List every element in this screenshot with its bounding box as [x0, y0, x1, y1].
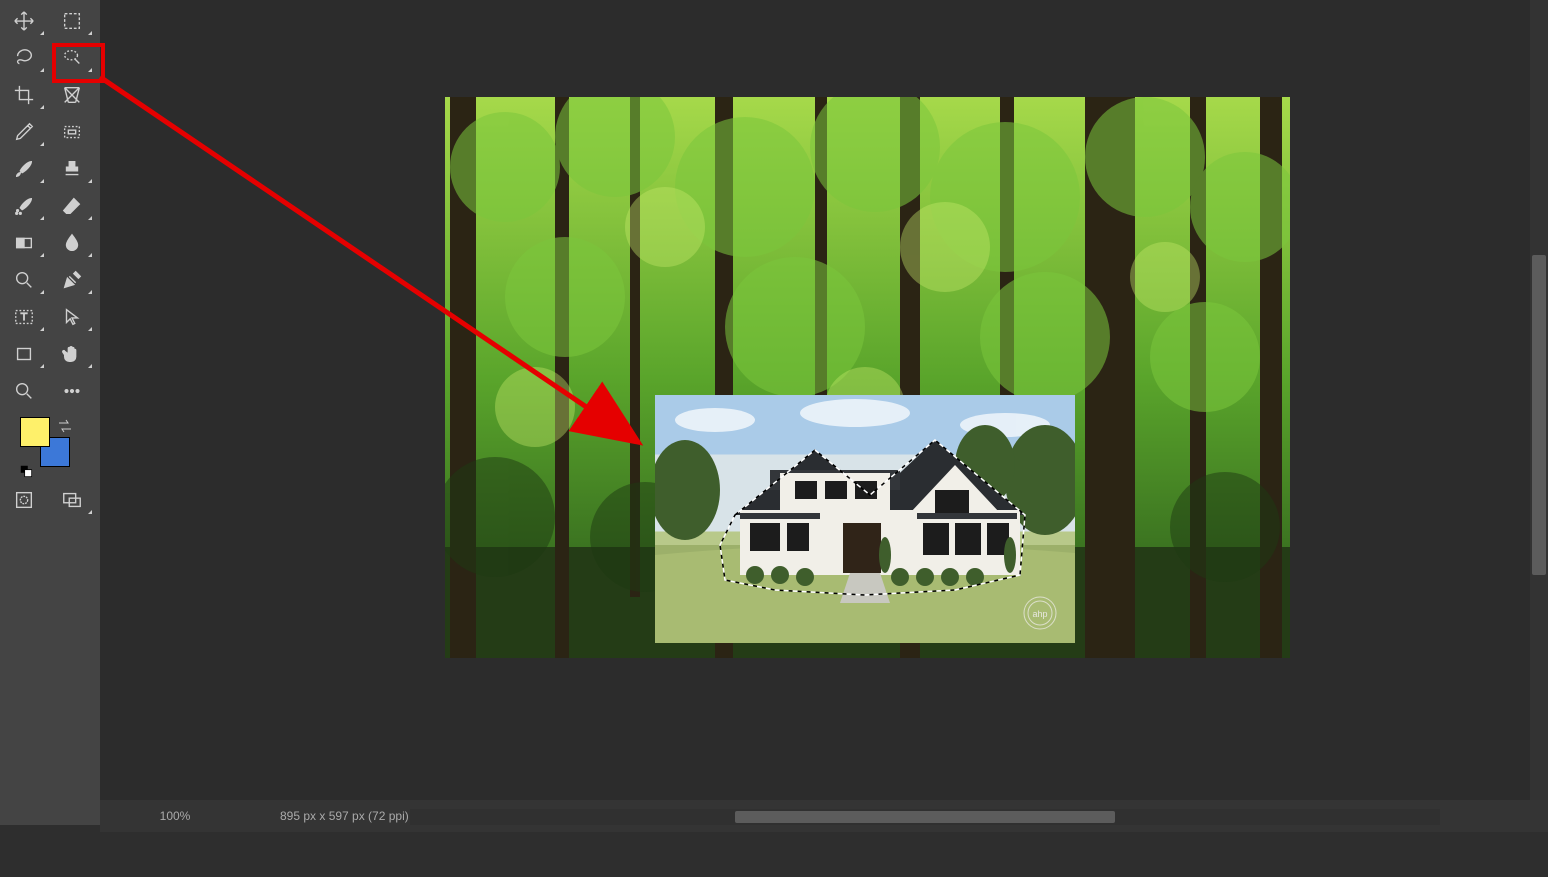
marquee-tool[interactable]: [48, 113, 96, 150]
swap-colors-icon[interactable]: [56, 417, 74, 435]
pen-tool[interactable]: [48, 261, 96, 298]
crop-tool[interactable]: [0, 76, 48, 113]
lasso-tool[interactable]: [0, 39, 48, 76]
text-tool[interactable]: [0, 298, 48, 335]
brush-tool[interactable]: [0, 150, 48, 187]
quickmask-toggle[interactable]: [0, 481, 48, 518]
vertical-scroll-thumb[interactable]: [1532, 255, 1546, 575]
watermark-text: ahp: [1032, 609, 1047, 619]
canvas-viewport[interactable]: ahp: [100, 0, 1548, 800]
path-select-tool[interactable]: [48, 298, 96, 335]
horizontal-scrollbar[interactable]: [410, 809, 1440, 825]
tool-palette: [0, 0, 100, 825]
rect-select-tool[interactable]: [48, 2, 96, 39]
canvas-image[interactable]: ahp: [445, 97, 1290, 658]
shape-tool[interactable]: [0, 335, 48, 372]
stamp-tool[interactable]: [48, 150, 96, 187]
eyedropper-tool[interactable]: [0, 113, 48, 150]
house-layer[interactable]: ahp: [655, 395, 1075, 643]
dodge-tool[interactable]: [0, 261, 48, 298]
horizontal-scroll-thumb[interactable]: [735, 811, 1115, 823]
more-tool[interactable]: [48, 372, 96, 409]
gradient-tool[interactable]: [0, 224, 48, 261]
foreground-color[interactable]: [20, 417, 50, 447]
eraser-tool[interactable]: [48, 187, 96, 224]
house-render: ahp: [655, 395, 1075, 643]
blur-tool[interactable]: [48, 224, 96, 261]
zoom-level[interactable]: 100%: [100, 809, 250, 823]
app-root: ahp 100% 895 px x 597 px (72 ppi) 〉 〈: [0, 0, 1548, 877]
screen-mode-tool[interactable]: [48, 481, 96, 518]
move-tool[interactable]: [0, 2, 48, 39]
healing-brush-tool[interactable]: [0, 187, 48, 224]
annotation-highlight-box: [52, 43, 105, 83]
hand-tool[interactable]: [48, 335, 96, 372]
vertical-scrollbar[interactable]: [1530, 0, 1548, 800]
color-swatches[interactable]: [20, 417, 80, 477]
zoom-tool[interactable]: [0, 372, 48, 409]
